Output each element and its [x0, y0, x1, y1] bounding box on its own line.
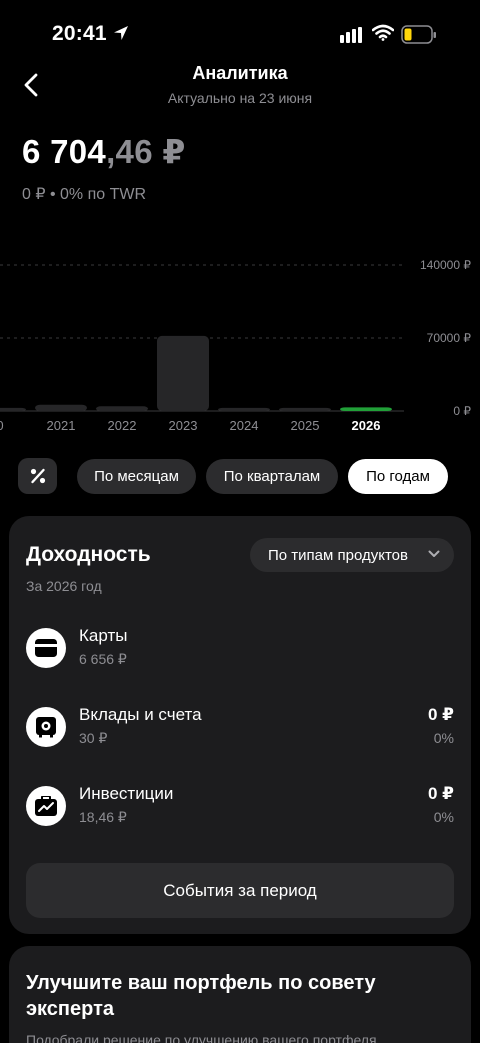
chart-x-tick-label: 2022 [108, 418, 137, 433]
period-monthly-button[interactable]: По месяцам [77, 459, 196, 494]
chart-bar[interactable] [0, 407, 26, 411]
income-item-amount: 0 ₽ [427, 784, 454, 803]
chart-bar[interactable] [340, 407, 392, 411]
income-item-value: 6 656 ₽ [79, 651, 127, 667]
chart-x-tick-label: 2025 [291, 418, 320, 433]
status-bar: 20:41 [0, 0, 480, 70]
balance-delta-twr: 0 ₽ • 0% по TWR [22, 186, 147, 203]
battery-icon [401, 25, 436, 44]
chart-x-tick-label: 2024 [230, 418, 259, 433]
income-item-value: 30 ₽ [79, 730, 108, 746]
period-events-button[interactable]: События за период [26, 863, 454, 918]
percent-toggle-button[interactable] [18, 458, 57, 494]
income-item-percent: 0% [433, 730, 454, 746]
income-item-percent: 0% [433, 809, 454, 825]
balance-fraction: ,46 ₽ [106, 133, 186, 170]
period-yearly-button[interactable]: По годам [348, 459, 448, 494]
chart-bar[interactable] [35, 404, 87, 411]
percent-icon [30, 468, 45, 484]
chart-bar[interactable] [279, 407, 331, 411]
safe-icon [26, 707, 66, 747]
location-arrow-icon [114, 26, 128, 40]
product-type-dropdown[interactable]: По типам продуктов [250, 538, 454, 572]
advice-title: Улучшите ваш портфель по совету эксперта [26, 972, 376, 1020]
cellular-signal-icon [340, 27, 362, 43]
chart-bar[interactable] [157, 335, 209, 411]
chart-x-tick-label: 0 [0, 418, 4, 433]
income-item-name: Вклады и счета [79, 705, 202, 724]
income-card: Доходность По типам продуктов За 2026 го… [9, 516, 471, 934]
income-row-investments[interactable]: Инвестиции 18,46 ₽ 0 ₽ 0% [26, 784, 454, 832]
dropdown-label: По типам продуктов [268, 546, 408, 564]
yearly-bar-chart[interactable]: 140000 ₽ 70000 ₽ 0 ₽ 0 2021 2022 2023 2024 2025 2… [0, 230, 480, 445]
income-item-name: Инвестиции [79, 784, 174, 803]
chart-x-tick-label: 2021 [47, 418, 76, 433]
expert-advice-card[interactable]: Улучшите ваш портфель по совету эксперта… [9, 946, 471, 1043]
income-period: За 2026 год [26, 578, 102, 594]
total-balance: 6 704,46 ₽ [22, 132, 186, 171]
income-item-value: 18,46 ₽ [79, 809, 127, 825]
income-item-name: Карты [79, 626, 128, 645]
chart-bar[interactable] [218, 407, 270, 411]
briefcase-chart-icon [26, 786, 66, 826]
page-title: Аналитика [192, 63, 288, 83]
page-subtitle: Актуально на 23 июня [167, 90, 313, 106]
period-quarterly-button[interactable]: По кварталам [206, 459, 338, 494]
chart-x-tick-label: 2026 [352, 418, 381, 433]
chart-y-tick-label: 0 ₽ [453, 404, 471, 418]
income-item-amount: 0 ₽ [427, 705, 454, 724]
chart-y-tick-label: 70000 ₽ [427, 331, 472, 345]
income-row-cards[interactable]: Карты 6 656 ₽ [26, 626, 454, 674]
advice-text: Подобрали решение по улучшению вашего по… [26, 1032, 377, 1043]
chart-bar[interactable] [96, 406, 148, 411]
card-icon [26, 628, 66, 668]
income-title: Доходность [26, 543, 151, 566]
status-time: 20:41 [52, 22, 107, 45]
chart-y-tick-label: 140000 ₽ [420, 258, 471, 272]
income-row-deposits[interactable]: Вклады и счета 30 ₽ 0 ₽ 0% [26, 705, 454, 753]
chart-x-tick-label: 2023 [169, 418, 198, 433]
wifi-icon [372, 24, 394, 41]
balance-integer: 6 704 [22, 133, 107, 170]
chevron-down-icon [428, 550, 440, 557]
